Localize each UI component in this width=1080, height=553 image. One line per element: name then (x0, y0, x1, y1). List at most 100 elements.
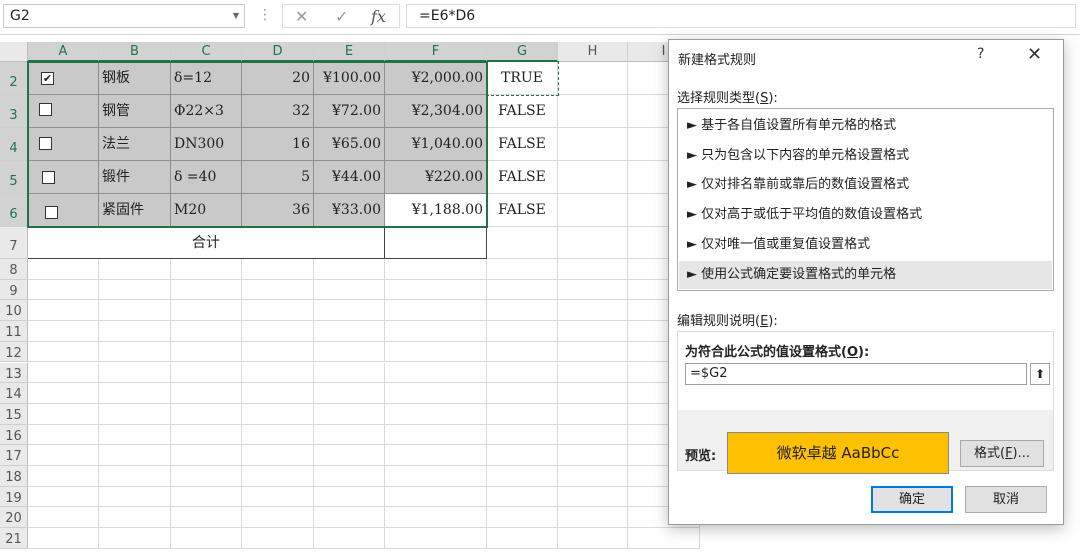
empty-cell[interactable] (487, 466, 558, 487)
empty-cell[interactable] (385, 259, 487, 280)
empty-cell[interactable] (385, 362, 487, 384)
empty-cell[interactable] (558, 362, 628, 384)
empty-cell[interactable] (171, 403, 242, 425)
empty-cell[interactable] (28, 445, 99, 466)
select-all-corner[interactable] (0, 42, 28, 62)
empty-cell[interactable] (385, 279, 487, 301)
empty-cell[interactable] (558, 445, 628, 466)
collapse-dialog-icon[interactable]: ⬆ (1030, 363, 1050, 385)
empty-cell[interactable] (242, 507, 314, 529)
empty-cell[interactable] (487, 424, 558, 446)
chevron-down-icon[interactable]: ▼ (233, 11, 239, 20)
empty-cell[interactable] (28, 403, 99, 425)
empty-cell[interactable] (385, 424, 487, 446)
rule-type-item[interactable]: ► 基于各自值设置所有单元格的格式 (679, 112, 1052, 140)
empty-cell[interactable] (28, 259, 99, 280)
empty-cell[interactable] (314, 528, 385, 549)
empty-cell[interactable] (171, 383, 242, 404)
empty-cell[interactable] (628, 528, 700, 549)
empty-cell[interactable] (314, 321, 385, 342)
column-header[interactable]: F (385, 42, 487, 62)
empty-cell[interactable] (242, 321, 314, 342)
empty-cell[interactable] (558, 161, 628, 194)
empty-cell[interactable] (171, 486, 242, 508)
empty-cell[interactable] (385, 383, 487, 404)
empty-cell[interactable] (487, 321, 558, 342)
empty-cell[interactable] (99, 486, 171, 508)
cell-flag[interactable]: FALSE (487, 128, 558, 161)
row-header[interactable]: 9 (0, 279, 28, 301)
empty-cell[interactable] (99, 403, 171, 425)
empty-cell[interactable] (558, 383, 628, 404)
empty-cell[interactable] (99, 279, 171, 301)
empty-cell[interactable] (385, 486, 487, 508)
empty-cell[interactable] (558, 321, 628, 342)
empty-cell[interactable] (558, 279, 628, 301)
empty-cell[interactable] (242, 279, 314, 301)
empty-cell[interactable] (558, 300, 628, 322)
row-header[interactable]: 17 (0, 445, 28, 466)
empty-cell[interactable] (558, 227, 628, 259)
empty-cell[interactable] (558, 341, 628, 363)
empty-cell[interactable] (487, 528, 558, 549)
ok-button[interactable]: 确定 (871, 486, 953, 513)
row-header[interactable]: 7 (0, 227, 28, 259)
empty-cell[interactable] (314, 279, 385, 301)
empty-cell[interactable] (558, 507, 628, 529)
column-header[interactable]: B (99, 42, 171, 62)
empty-cell[interactable] (99, 321, 171, 342)
empty-cell[interactable] (314, 466, 385, 487)
column-header[interactable]: A (28, 42, 99, 62)
close-icon[interactable]: ✕ (1027, 44, 1042, 65)
row-header[interactable]: 19 (0, 486, 28, 508)
empty-cell[interactable] (487, 259, 558, 280)
cell-flag[interactable]: FALSE (487, 194, 558, 227)
empty-cell[interactable] (171, 321, 242, 342)
empty-cell[interactable] (487, 383, 558, 404)
empty-cell[interactable] (171, 466, 242, 487)
empty-cell[interactable] (487, 403, 558, 425)
row-header[interactable]: 20 (0, 507, 28, 529)
empty-cell[interactable] (487, 300, 558, 322)
drag-handle-icon[interactable]: ⋮ (258, 7, 272, 23)
empty-cell[interactable] (28, 300, 99, 322)
empty-cell[interactable] (171, 341, 242, 363)
empty-cell[interactable] (28, 528, 99, 549)
total-value-cell[interactable] (385, 227, 487, 259)
empty-cell[interactable] (28, 507, 99, 529)
rule-type-item[interactable]: ► 仅对高于或低于平均值的数值设置格式 (679, 201, 1052, 229)
row-header[interactable]: 14 (0, 383, 28, 404)
empty-cell[interactable] (487, 507, 558, 529)
row-header[interactable]: 12 (0, 341, 28, 363)
empty-cell[interactable] (558, 259, 628, 280)
empty-cell[interactable] (487, 486, 558, 508)
empty-cell[interactable] (242, 259, 314, 280)
format-button[interactable]: 格式(F)... (960, 440, 1044, 467)
empty-cell[interactable] (242, 362, 314, 384)
column-header[interactable]: H (558, 42, 628, 62)
row-header[interactable]: 3 (0, 95, 28, 128)
empty-cell[interactable] (558, 95, 628, 128)
empty-cell[interactable] (385, 507, 487, 529)
empty-cell[interactable] (385, 403, 487, 425)
empty-cell[interactable] (99, 383, 171, 404)
empty-cell[interactable] (242, 383, 314, 404)
cell-flag[interactable]: FALSE (487, 95, 558, 128)
empty-cell[interactable] (242, 403, 314, 425)
empty-cell[interactable] (242, 528, 314, 549)
row-header[interactable]: 2 (0, 62, 28, 95)
empty-cell[interactable] (171, 528, 242, 549)
empty-cell[interactable] (28, 486, 99, 508)
column-header[interactable]: D (242, 42, 314, 62)
row-header[interactable]: 4 (0, 128, 28, 161)
empty-cell[interactable] (171, 259, 242, 280)
empty-cell[interactable] (99, 507, 171, 529)
row-header[interactable]: 18 (0, 466, 28, 487)
empty-cell[interactable] (171, 300, 242, 322)
empty-cell[interactable] (171, 362, 242, 384)
rule-type-item[interactable]: ► 仅对唯一值或重复值设置格式 (679, 231, 1052, 259)
empty-cell[interactable] (558, 424, 628, 446)
help-icon[interactable]: ? (977, 46, 984, 62)
empty-cell[interactable] (314, 259, 385, 280)
empty-cell[interactable] (99, 300, 171, 322)
